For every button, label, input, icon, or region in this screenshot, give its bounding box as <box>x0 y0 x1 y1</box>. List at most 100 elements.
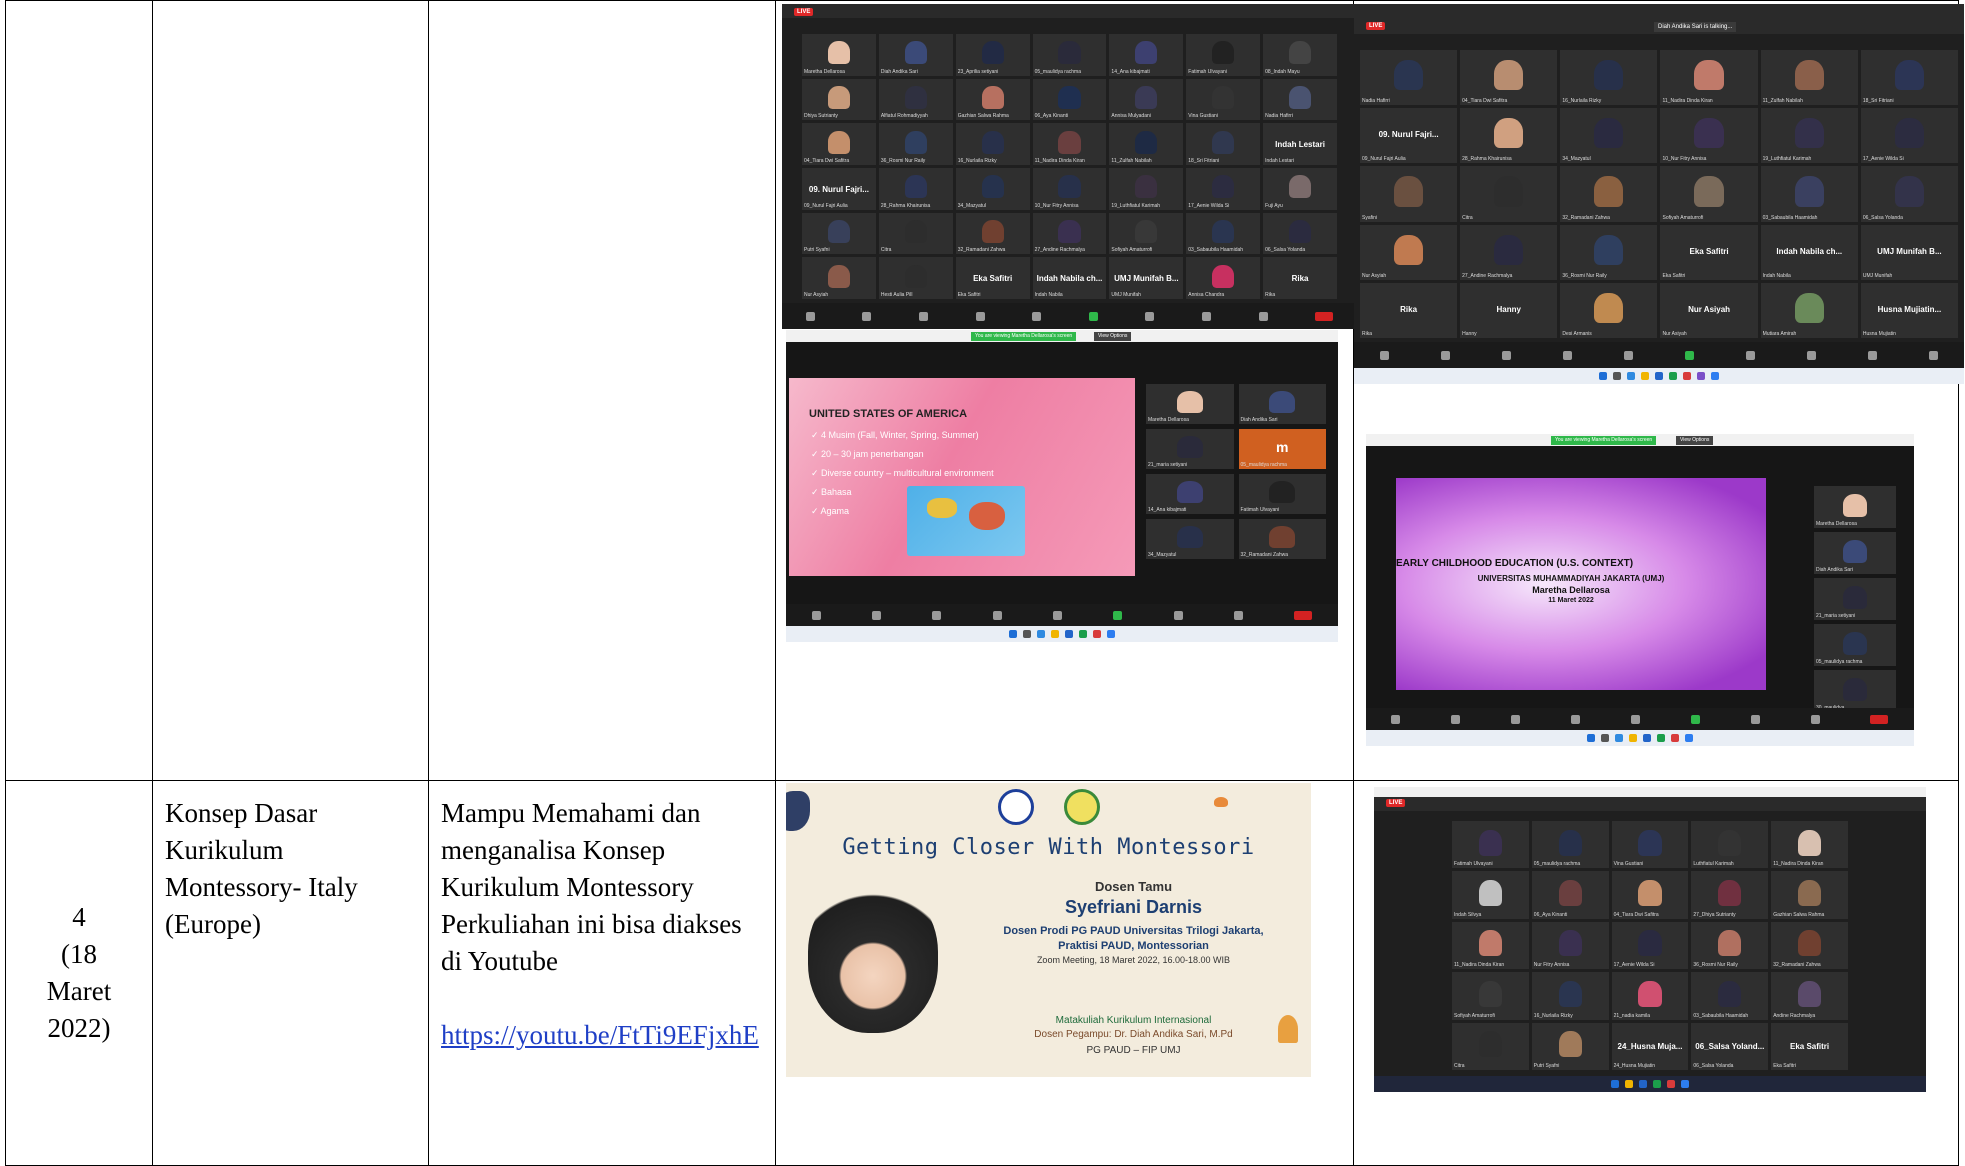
unmute-icon[interactable] <box>1391 714 1401 724</box>
participant-tile: m 05_maulidya rachma <box>1238 429 1326 469</box>
participant-video <box>827 220 850 244</box>
reactions-icon[interactable] <box>1201 311 1211 321</box>
participant-video <box>1288 175 1312 199</box>
participant-label: Diah Andika Sari <box>1240 417 1278 423</box>
participant-tile: Maretha Dellarosa <box>802 34 876 76</box>
participant-label: 34_Mazyatul <box>1562 156 1591 163</box>
more-icon[interactable] <box>1810 714 1820 724</box>
outcome-cell: Mampu Memahami dan menganalisa Konsep Ku… <box>428 780 776 1166</box>
poster-title: Getting Closer With Montessori <box>842 835 1255 860</box>
view-options-button[interactable]: View Options <box>1094 332 1132 341</box>
participant-tile: 04_Tiara Dwi Safitra <box>1611 871 1689 919</box>
side-participants: Maretha Dellarosa Diah Andika Sari 21_mari… <box>1814 486 1896 712</box>
participant-video <box>827 130 850 154</box>
participant-video <box>1494 59 1524 91</box>
participant-grid: Nadia Hafirri 04_Tiara Dwi Safitra 16_Nurl… <box>1360 50 1958 338</box>
end-button[interactable] <box>1870 714 1889 724</box>
record-icon[interactable] <box>1145 311 1155 321</box>
participant-label: 28_Rahma Khairunisa <box>1462 156 1512 163</box>
participant-video <box>904 264 927 288</box>
participant-label: Rika <box>1265 292 1276 298</box>
participant-label: 34_Mazyatul <box>957 202 987 209</box>
share-screen-icon[interactable] <box>1088 311 1098 321</box>
more-icon[interactable] <box>1233 610 1243 620</box>
record-icon[interactable] <box>1746 350 1755 360</box>
security-icon[interactable] <box>932 610 942 620</box>
more-icon[interactable] <box>1258 311 1268 321</box>
side-participants: Maretha Dellarosa Diah Andika Sari 21_mari… <box>1146 384 1326 559</box>
outcome-cell <box>428 0 776 781</box>
participant-tile: Vina Gustiani <box>1611 821 1689 869</box>
more-icon[interactable] <box>1929 350 1938 360</box>
reactions-icon[interactable] <box>1807 350 1816 360</box>
participant-tile: 11_Zulfah Nabilah <box>1760 50 1858 106</box>
record-icon[interactable] <box>1750 714 1760 724</box>
participants-icon[interactable] <box>992 610 1002 620</box>
share-screen-icon[interactable] <box>1690 714 1700 724</box>
participant-label: Dhiya Sutrianty <box>804 113 838 120</box>
security-icon[interactable] <box>1502 350 1511 360</box>
participant-tile: Citra <box>878 212 953 255</box>
participant-tile: Fatimah Ulvayani <box>1186 34 1261 76</box>
video-icon[interactable] <box>1451 714 1461 724</box>
participant-label: 11_Nadira Dinda Kiran <box>1773 861 1824 868</box>
chat-icon[interactable] <box>1032 311 1042 321</box>
umj-logo <box>1064 789 1100 825</box>
apps-icon[interactable] <box>1868 350 1877 360</box>
participant-video <box>1558 1031 1582 1058</box>
end-button[interactable] <box>1294 610 1313 620</box>
participants-icon[interactable] <box>1571 714 1581 724</box>
share-screen-icon[interactable] <box>1113 610 1123 620</box>
video-icon[interactable] <box>871 610 881 620</box>
participant-label: Gazhian Salwa Rahma <box>1773 911 1825 918</box>
participants-icon[interactable] <box>975 311 985 321</box>
record-icon[interactable] <box>1173 610 1183 620</box>
participant-label: 09_Nurul Fajri Aulia <box>1362 156 1406 163</box>
security-icon[interactable] <box>1511 714 1521 724</box>
mute-icon[interactable] <box>1380 350 1389 360</box>
participant-tile: 18_Sri Fitriani <box>1860 50 1958 106</box>
share-screen-icon[interactable] <box>1685 350 1694 360</box>
chat-icon[interactable] <box>1052 610 1062 620</box>
participant-video <box>1558 829 1582 856</box>
participant-tile: 11_Nadira Dinda Kiran <box>1660 50 1758 106</box>
participant-label: 32_Ramadani Zahwa <box>1773 962 1821 969</box>
chat-icon[interactable] <box>1630 714 1640 724</box>
participant-video <box>1058 86 1081 110</box>
security-icon[interactable] <box>918 311 928 321</box>
taskbar <box>1366 730 1914 746</box>
participant-tile: Luthfiatul Karimah <box>1691 821 1769 869</box>
participant-video <box>1269 481 1296 504</box>
unmute-icon[interactable] <box>811 610 821 620</box>
participant-label: Diah Andika Sari <box>1816 567 1853 573</box>
participant-tile: 06_Aya Kinanti <box>1032 78 1107 121</box>
meeting-toolbar <box>786 604 1338 626</box>
participant-tile: Dhiya Sutrianty <box>802 78 876 121</box>
participant-label: Indah Nabila <box>1034 292 1063 298</box>
participant-label: 36_Rosmi Nur Raily <box>880 158 926 164</box>
live-badge: LIVE <box>794 8 814 16</box>
participant-tile: Andine Rachmalya <box>1771 972 1848 1020</box>
view-options-button[interactable]: View Options <box>1676 436 1714 445</box>
video-icon[interactable] <box>1441 350 1450 360</box>
participant-grid: Fatimah Ulvayani 05_maulidya rachma Vina G… <box>1452 821 1848 1070</box>
participant-tile: Gazhian Salwa Rahma <box>1771 871 1848 919</box>
participant-tile: 14_Ana kibajmati <box>1146 474 1234 514</box>
chat-icon[interactable] <box>1624 350 1633 360</box>
end-button[interactable] <box>1315 311 1334 321</box>
participant-tile: 06_Aya Kinanti <box>1531 871 1609 919</box>
participant-video <box>827 264 850 288</box>
participant-label: Maretha Dellarosa <box>1148 417 1189 423</box>
participants-icon[interactable] <box>1563 350 1572 360</box>
montessori-poster: Getting Closer With Montessori Dosen Tam… <box>786 783 1311 1077</box>
slide-title: UNITED STATES OF AMERICA <box>809 408 968 420</box>
guest-label: Dosen Tamu <box>1094 879 1173 894</box>
video-icon[interactable] <box>862 311 872 321</box>
participant-label: 14_Ana kibajmati <box>1148 507 1187 513</box>
participant-name-large: Indah Nabila ch... <box>1776 246 1843 256</box>
youtube-link[interactable]: https://youtu.be/FtTi9EFjxhE <box>441 1020 759 1050</box>
mute-icon[interactable] <box>805 311 815 321</box>
participant-label: 04_Tiara Dwi Safitra <box>1613 911 1659 918</box>
participant-name-large: 09. Nurul Fajri... <box>808 184 869 194</box>
participant-tile: 19_Luthfiatul Karimah <box>1109 168 1184 210</box>
